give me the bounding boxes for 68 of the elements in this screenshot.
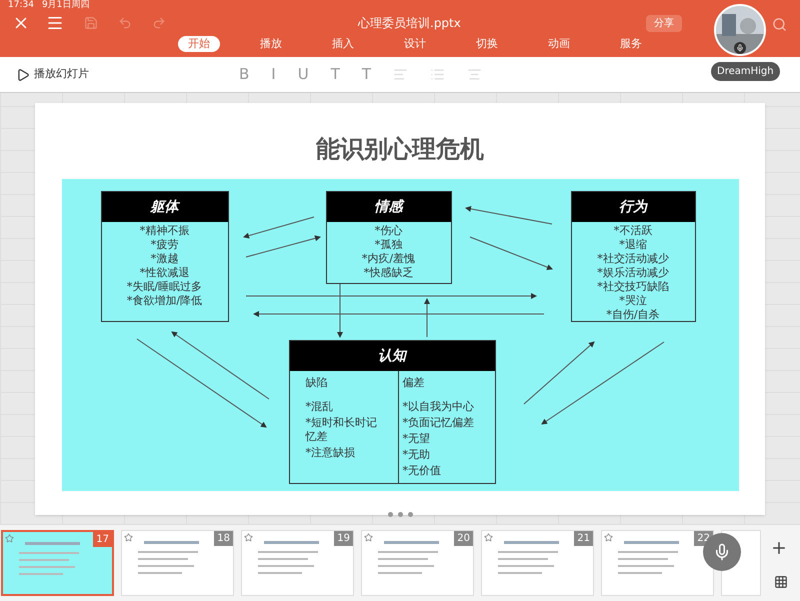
star-icon (124, 533, 133, 542)
presenter-name: DreamHigh (711, 62, 780, 81)
mic-icon (713, 543, 731, 561)
star-icon (364, 533, 373, 542)
bullet-item: *伤心 (374, 224, 402, 238)
box-heading: 情感 (326, 192, 450, 222)
bullet-item: *短时和长时记忆差 (306, 416, 378, 444)
bullet-item: *疲劳 (150, 238, 178, 252)
bullet-item: *注意缺损 (306, 446, 356, 460)
bullet-item: *精神不振 (140, 224, 190, 238)
slide-thumbnail[interactable]: 20 (361, 530, 474, 596)
box-heading: 认知 (290, 341, 494, 371)
column-heading: 偏差 (402, 375, 426, 391)
bullet-item: *混乱 (306, 400, 334, 414)
box-heading: 行为 (572, 192, 694, 222)
grid-icon[interactable] (774, 575, 788, 589)
bullet-item: *社交活动减少 (597, 252, 669, 266)
bullet-item: *负面记忆偏差 (402, 416, 475, 430)
bullet-item: *失眠/睡眠过多 (126, 280, 202, 294)
bullet-item: *社交技巧缺陷 (597, 280, 669, 294)
bullet-item: *激越 (150, 252, 178, 266)
slide-title: 能识别心理危机 (316, 133, 484, 165)
ribbon-tab[interactable]: 开始 (178, 36, 220, 52)
slide-number: 18 (214, 531, 233, 546)
column-heading: 缺陷 (306, 375, 328, 391)
play-slideshow-button[interactable]: 播放幻灯片 (16, 66, 89, 83)
slide-number: 17 (93, 532, 112, 547)
bullet-item: *以自我为中心 (402, 400, 475, 414)
ribbon-tab[interactable]: 设计 (394, 36, 436, 52)
share-button[interactable]: 分享 (646, 14, 682, 32)
ribbon-tab[interactable]: 服务 (610, 36, 652, 52)
bullet-item: *无助 (402, 448, 431, 462)
document-title: 心理委员培训.pptx (358, 15, 461, 32)
slide-thumbnail[interactable]: 17 (1, 530, 114, 596)
ribbon-tab[interactable]: 动画 (538, 36, 580, 52)
ribbon-tab[interactable]: 插入 (322, 36, 364, 52)
menu-icon[interactable] (46, 14, 64, 32)
star-icon (604, 533, 613, 542)
ribbon-tab[interactable]: 切换 (466, 36, 508, 52)
status-date: 9月1日周四 (42, 0, 90, 12)
slide-number: 20 (454, 531, 473, 546)
bullet-item: *孤独 (374, 238, 402, 252)
bullet-item: *哭泣 (619, 294, 647, 308)
bullet-item: *性欲减退 (140, 266, 190, 280)
ribbon-tab[interactable]: 播放 (250, 36, 292, 52)
slide-number: 21 (574, 531, 593, 546)
bullet-item: *无价值 (402, 464, 442, 478)
bullet-item: *快感缺乏 (364, 266, 414, 280)
bullet-item: *退缩 (619, 238, 647, 252)
star-icon (244, 533, 253, 542)
add-slide-icon[interactable] (770, 539, 788, 557)
slide-number: 19 (334, 531, 353, 546)
bullet-item: *内疚/羞愧 (362, 252, 416, 266)
arrow (242, 216, 314, 238)
box-heading: 躯体 (102, 192, 228, 222)
slide-thumbnail[interactable]: 21 (481, 530, 594, 596)
status-time: 17:34 (8, 0, 34, 12)
slide-thumbnail[interactable]: 19 (241, 530, 354, 596)
bullet-item: *食欲增加/降低 (126, 294, 202, 308)
bullet-item: *自伤/自杀 (606, 308, 660, 322)
bullet-item: *娱乐活动减少 (597, 266, 669, 280)
play-icon (16, 68, 30, 82)
search-icon[interactable] (772, 17, 787, 32)
bullet-item: *不活跃 (614, 224, 652, 238)
star-icon (5, 534, 14, 543)
slide-thumbnail[interactable]: 18 (121, 530, 234, 596)
star-icon (484, 533, 493, 542)
bullet-item: *无望 (402, 432, 431, 446)
